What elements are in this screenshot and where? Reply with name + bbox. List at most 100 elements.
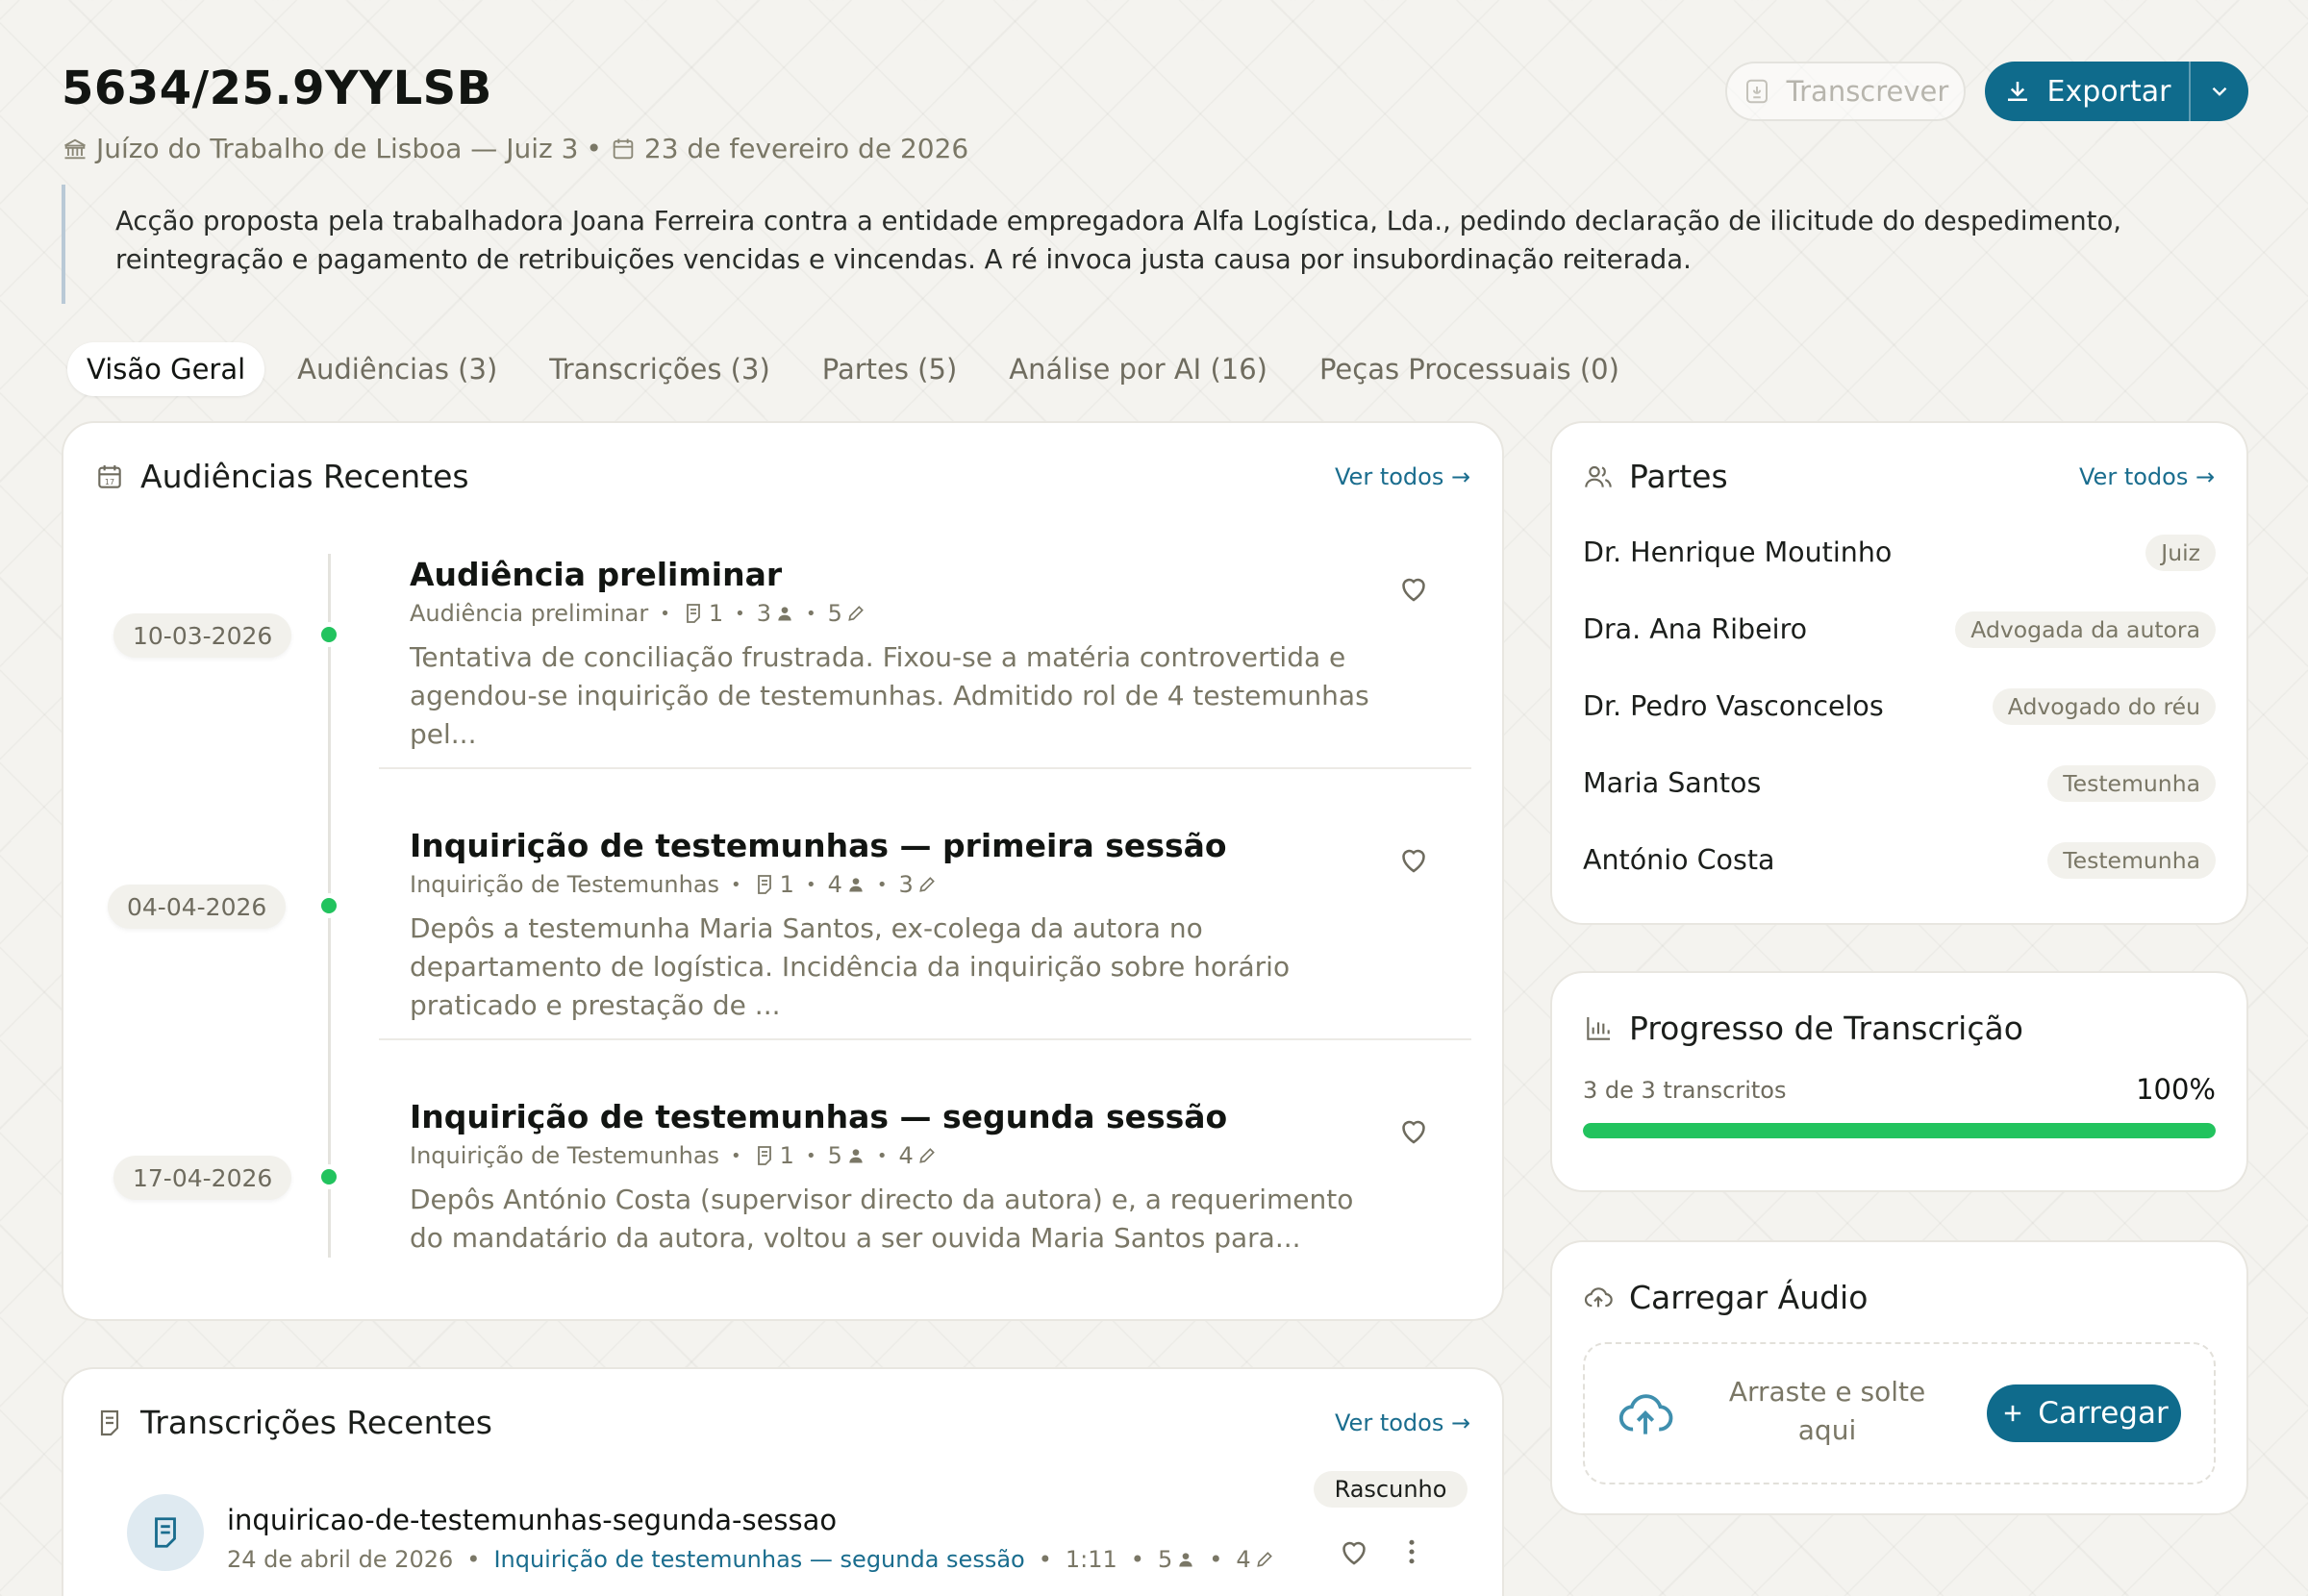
export-button[interactable]: Exportar bbox=[1985, 62, 2189, 121]
transcription-status-badge: Rascunho bbox=[1314, 1471, 1468, 1508]
recent-hearings-header: 17 Audiências Recentes bbox=[94, 458, 469, 495]
favorite-heart-icon[interactable] bbox=[1396, 571, 1431, 606]
favorite-heart-icon[interactable] bbox=[1396, 1113, 1431, 1148]
person-icon bbox=[849, 1149, 863, 1163]
hearing-title[interactable]: Inquirição de testemunhas — segunda sess… bbox=[410, 1098, 1227, 1135]
cloud-upload-icon bbox=[1618, 1394, 1673, 1434]
document-icon bbox=[155, 1517, 176, 1548]
party-name[interactable]: Maria Santos bbox=[1583, 767, 1761, 799]
tab-overview[interactable]: Visão Geral bbox=[67, 342, 265, 396]
progress-percent: 100% bbox=[2136, 1073, 2216, 1106]
hearing-date: 04-04-2026 bbox=[108, 885, 287, 929]
person-icon bbox=[778, 607, 791, 621]
recent-hearings-title: Audiências Recentes bbox=[140, 458, 469, 495]
transcribe-button[interactable]: Transcrever bbox=[1725, 62, 1966, 121]
pencil-icon bbox=[1256, 1552, 1272, 1567]
hearing-meta: Inquirição de Testemunhas • 1 • 4 • 3 bbox=[410, 871, 937, 898]
participants-count: 5 bbox=[1158, 1546, 1195, 1573]
tab-procedural-documents[interactable]: Peças Processuais (0) bbox=[1300, 342, 1639, 396]
documents-count: 1 bbox=[682, 600, 723, 627]
upload-title: Carregar Áudio bbox=[1629, 1279, 1869, 1316]
download-icon bbox=[2007, 82, 2027, 101]
hearing-divider bbox=[379, 767, 1471, 769]
pencil-icon bbox=[848, 606, 864, 621]
party-name[interactable]: António Costa bbox=[1583, 844, 1774, 876]
hearings-see-all-link[interactable]: Ver todos → bbox=[1335, 463, 1470, 490]
party-role-badge: Testemunha bbox=[2047, 842, 2216, 879]
timeline-dot bbox=[321, 627, 337, 642]
hearing-divider bbox=[379, 1038, 1471, 1040]
document-icon bbox=[757, 1146, 771, 1165]
upload-header: Carregar Áudio bbox=[1583, 1279, 1868, 1316]
hearing-title[interactable]: Audiência preliminar bbox=[410, 556, 782, 593]
transcription-file-avatar bbox=[127, 1494, 204, 1571]
export-label: Exportar bbox=[2046, 74, 2171, 109]
upload-button-label: Carregar bbox=[2038, 1396, 2169, 1431]
edits-count: 4 bbox=[898, 1142, 936, 1169]
tab-transcriptions[interactable]: Transcrições (3) bbox=[530, 342, 790, 396]
hearing-title[interactable]: Inquirição de testemunhas — primeira ses… bbox=[410, 827, 1227, 864]
progress-header: Progresso de Transcrição bbox=[1583, 1010, 2023, 1047]
calendar-icon: 17 bbox=[98, 464, 121, 488]
documents-count: 1 bbox=[753, 1142, 794, 1169]
recent-transcriptions-header: Transcrições Recentes bbox=[94, 1404, 492, 1441]
bar-chart-icon bbox=[1587, 1016, 1610, 1040]
transcription-hearing-link[interactable]: Inquirição de testemunhas — segunda sess… bbox=[493, 1546, 1024, 1573]
svg-text:17: 17 bbox=[105, 478, 114, 486]
dropzone-text: Arraste e solte aqui bbox=[1728, 1376, 1926, 1446]
favorite-heart-icon[interactable] bbox=[1396, 842, 1431, 877]
parties-see-all-link[interactable]: Ver todos → bbox=[2079, 463, 2215, 490]
case-number: 5634/25.9YYLSB bbox=[62, 62, 492, 115]
document-icon bbox=[757, 875, 771, 894]
transcription-filename[interactable]: inquiricao-de-testemunhas-segunda-sessao bbox=[227, 1504, 837, 1536]
edits-count: 5 bbox=[828, 600, 866, 627]
progress-bar-fill bbox=[1583, 1123, 2216, 1138]
progress-label: 3 de 3 transcritos bbox=[1583, 1077, 1787, 1104]
transcriptions-see-all-link[interactable]: Ver todos → bbox=[1335, 1409, 1470, 1436]
case-description: Acção proposta pela trabalhadora Joana F… bbox=[115, 206, 2122, 275]
participants-count: 5 bbox=[828, 1142, 866, 1169]
favorite-heart-icon[interactable] bbox=[1337, 1534, 1371, 1569]
party-role-badge: Advogado do réu bbox=[1992, 688, 2216, 725]
documents-count: 1 bbox=[753, 871, 794, 898]
case-meta: Juízo do Trabalho de Lisboa — Juiz 3 • 2… bbox=[62, 133, 968, 164]
tab-ai-analysis[interactable]: Análise por AI (16) bbox=[990, 342, 1287, 396]
transcription-duration: 1:11 bbox=[1065, 1546, 1117, 1573]
person-icon bbox=[1179, 1553, 1192, 1567]
party-name[interactable]: Dr. Henrique Moutinho bbox=[1583, 536, 1892, 568]
participants-count: 3 bbox=[757, 600, 794, 627]
edits-count: 3 bbox=[898, 871, 936, 898]
meta-separator: • bbox=[586, 133, 602, 164]
cloud-upload-icon bbox=[1584, 1286, 1613, 1307]
more-options-icon[interactable] bbox=[1394, 1534, 1429, 1569]
hearing-summary: Tentativa de conciliação frustrada. Fixo… bbox=[410, 641, 1369, 750]
party-role-badge: Testemunha bbox=[2047, 765, 2216, 802]
parties-title: Partes bbox=[1629, 458, 1728, 495]
hearing-meta: Inquirição de Testemunhas • 1 • 5 • 4 bbox=[410, 1142, 937, 1169]
tab-hearings[interactable]: Audiências (3) bbox=[278, 342, 516, 396]
users-icon bbox=[1585, 465, 1612, 487]
progress-bar-track bbox=[1583, 1123, 2216, 1138]
participants-count: 4 bbox=[828, 871, 866, 898]
upload-button[interactable]: Carregar bbox=[1987, 1384, 2181, 1442]
person-icon bbox=[849, 878, 863, 892]
parties-header: Partes bbox=[1583, 458, 1728, 495]
hearing-type: Audiência preliminar bbox=[410, 600, 649, 627]
chevron-down-icon bbox=[2212, 87, 2227, 96]
edits-count: 4 bbox=[1236, 1546, 1273, 1573]
pencil-icon bbox=[919, 877, 935, 892]
party-role-badge: Advogada da autora bbox=[1955, 611, 2216, 648]
transcribe-label: Transcrever bbox=[1786, 75, 1949, 108]
party-name[interactable]: Dra. Ana Ribeiro bbox=[1583, 613, 1807, 645]
tab-parties[interactable]: Partes (5) bbox=[803, 342, 977, 396]
transcription-meta: 24 de abril de 2026 • Inquirição de test… bbox=[227, 1546, 1274, 1573]
export-dropdown-button[interactable] bbox=[2189, 62, 2248, 121]
transcription-date: 24 de abril de 2026 bbox=[227, 1546, 454, 1573]
document-icon bbox=[686, 604, 700, 623]
hearing-type: Inquirição de Testemunhas bbox=[410, 1142, 720, 1169]
recent-transcriptions-title: Transcrições Recentes bbox=[140, 1404, 492, 1441]
transcribe-icon bbox=[1745, 79, 1768, 104]
party-name[interactable]: Dr. Pedro Vasconcelos bbox=[1583, 690, 1884, 722]
case-date: 23 de fevereiro de 2026 bbox=[643, 133, 969, 164]
hearing-summary: Depôs a testemunha Maria Santos, ex-cole… bbox=[410, 912, 1291, 1021]
